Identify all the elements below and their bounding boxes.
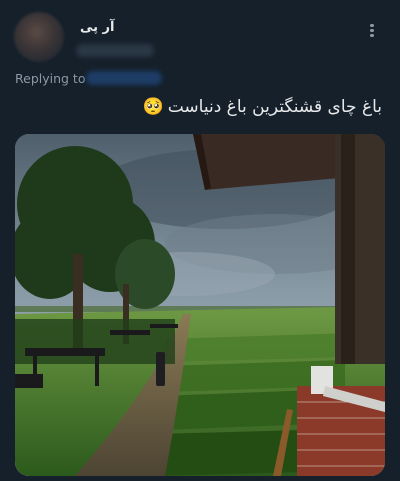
replying-to-handle-redacted[interactable] — [86, 71, 162, 85]
replying-to-label: Replying to — [15, 71, 86, 86]
tea-garden-photo — [15, 134, 385, 476]
pleading-face-emoji: 🥺 — [142, 97, 164, 117]
tweet-text-body: باغ چای قشنگترین باغ دنیاست — [167, 97, 382, 117]
tweet-photo[interactable] — [15, 134, 385, 476]
more-vertical-icon[interactable] — [364, 22, 380, 42]
tweet-header: آر پی — [0, 0, 400, 68]
author-handle-redacted — [76, 44, 154, 57]
author-display-name[interactable]: آر پی — [80, 20, 115, 35]
tweet-text: باغ چای قشنگترین باغ دنیاست🥺 — [143, 94, 382, 120]
avatar[interactable] — [14, 12, 64, 62]
